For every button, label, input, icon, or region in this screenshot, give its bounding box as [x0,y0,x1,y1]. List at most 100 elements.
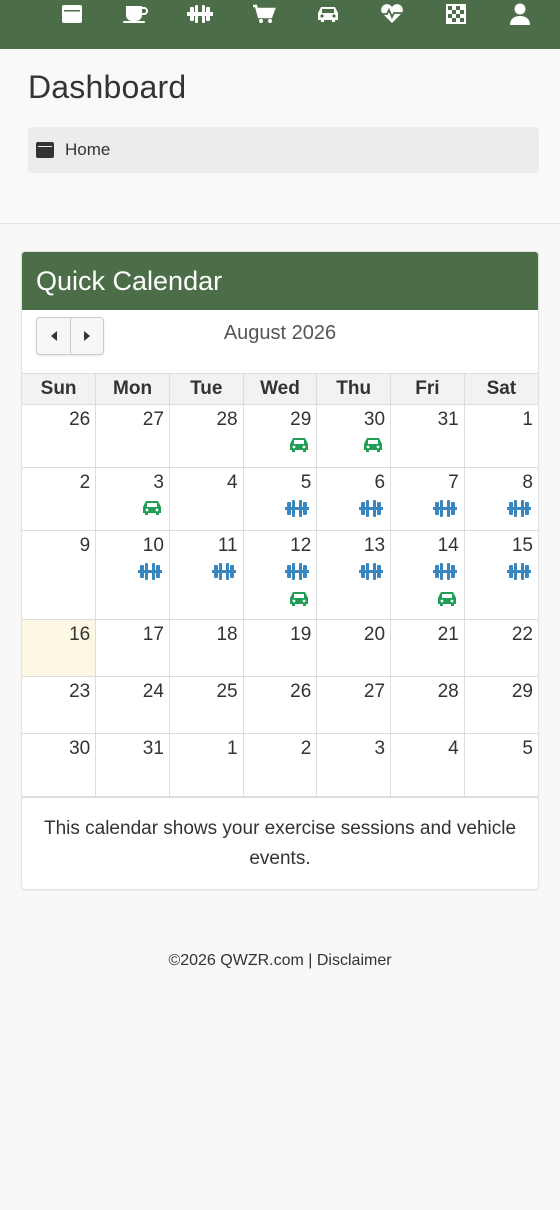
calendar-day-cell[interactable]: 20 [316,619,392,677]
calendar-day-cell[interactable]: 23 [22,676,97,734]
day-events [244,437,312,465]
checkerboard-icon [445,3,467,25]
day-number: 24 [142,681,164,702]
car-icon[interactable] [363,437,383,457]
day-number: 11 [217,535,238,556]
calendar-day-cell[interactable]: 5 [242,467,318,531]
calendar-day-cell[interactable]: 2 [22,467,97,531]
calendar-day-cell[interactable]: 8 [463,467,538,531]
calendar-day-cell[interactable]: 27 [95,404,170,468]
dumbbell-icon[interactable] [432,500,457,520]
day-number: 3 [153,472,164,493]
calendar-day-cell[interactable]: 28 [168,404,244,468]
calendar-day-cell[interactable]: 14 [390,530,465,620]
dumbbell-icon[interactable] [359,500,384,520]
day-events [317,437,385,465]
day-number: 14 [437,535,459,556]
dumbbell-icon[interactable] [211,563,236,583]
calendar-day-cell[interactable]: 27 [316,676,392,734]
account-nav-button[interactable] [496,0,545,28]
weekday-header-sun: Sun [22,373,97,405]
breadcrumb: Home [28,127,539,173]
calendar-week-row: 30 31 1 2 3 4 5 [22,733,538,797]
calendar-day-cell[interactable]: 13 [316,530,392,620]
day-number: 12 [290,535,312,556]
day-events [96,500,164,528]
day-number: 1 [522,409,533,430]
page-header: Dashboard Home [0,49,560,224]
calendar-nav-button[interactable] [47,0,96,28]
day-number: 28 [216,409,238,430]
calendar-day-cell[interactable]: 3 [316,733,392,797]
calendar-day-cell[interactable]: 24 [95,676,170,734]
user-icon [509,3,531,25]
calendar-day-cell[interactable]: 17 [95,619,170,677]
calendar-day-cell[interactable]: 10 [95,530,170,620]
calendar-day-cell[interactable]: 26 [22,404,97,468]
heartbeat-icon [380,4,404,24]
car-icon[interactable] [289,591,309,611]
dumbbell-icon[interactable] [359,563,384,583]
panel-title: Quick Calendar [36,265,223,296]
day-number: 9 [79,535,91,556]
calendar-day-cell[interactable]: 1 [168,733,244,797]
calendar-day-cell[interactable]: 25 [168,676,244,734]
calendar-day-cell[interactable]: 12 [242,530,318,620]
dumbbell-icon[interactable] [285,500,310,520]
calendar-day-cell[interactable]: 2 [242,733,318,797]
disclaimer-link[interactable]: Disclaimer [317,952,392,969]
calendar-icon [36,142,54,158]
car-icon[interactable] [289,437,309,457]
day-number: 15 [511,535,533,556]
dumbbell-icon[interactable] [137,563,162,583]
calendar-day-cell[interactable]: 5 [463,733,538,797]
car-icon[interactable] [437,591,457,611]
breadcrumb-home-link[interactable]: Home [65,140,110,160]
health-nav-button[interactable] [368,0,417,28]
coffee-cup-icon [122,4,150,24]
day-number: 18 [216,624,238,645]
calendar-day-cell[interactable]: 19 [242,619,318,677]
calendar-month-label: August 2026 [223,322,337,344]
calendar-day-cell[interactable]: 26 [242,676,318,734]
calendar-day-cell[interactable]: 7 [390,467,465,531]
calendar-day-cell[interactable]: 29 [463,676,538,734]
calendar-day-cell[interactable]: 31 [390,404,465,468]
calendar-day-cell[interactable]: 6 [316,467,392,531]
calendar-day-cell[interactable]: 11 [168,530,244,620]
dumbbell-icon[interactable] [285,563,310,583]
calendar-day-cell[interactable]: 21 [390,619,465,677]
quick-calendar-panel: Quick Calendar August 2026 Sun Mon Tue Wed T… [21,251,539,890]
calendar-day-cell[interactable]: 30 [316,404,392,468]
day-number: 20 [363,624,386,645]
calendar-week-row: 16 17 18 19 20 21 22 [22,619,538,677]
calendar-day-cell[interactable]: 18 [168,619,244,677]
vehicle-nav-button[interactable] [304,0,353,28]
exercise-nav-button[interactable] [175,0,224,28]
checklist-nav-button[interactable] [432,0,481,28]
day-number: 30 [363,409,386,430]
calendar-day-cell[interactable]: 16 [22,619,97,677]
calendar-day-cell[interactable]: 22 [463,619,538,677]
calendar-day-cell[interactable]: 3 [95,467,170,531]
calendar-day-cell[interactable]: 30 [22,733,97,797]
day-number: 23 [69,681,91,702]
coffee-nav-button[interactable] [111,0,160,28]
calendar-day-cell[interactable]: 15 [463,530,538,620]
calendar-day-cell[interactable]: 1 [463,404,538,468]
calendar-toolbar: August 2026 [22,310,538,373]
day-number: 29 [290,409,312,430]
shopping-nav-button[interactable] [239,0,288,28]
calendar-day-cell[interactable]: 9 [22,530,97,620]
day-number: 21 [437,624,459,645]
calendar-day-cell[interactable]: 29 [242,404,318,468]
calendar-day-cell[interactable]: 4 [168,467,244,531]
calendar-day-cell[interactable]: 4 [390,733,465,797]
dumbbell-icon[interactable] [507,500,531,520]
weekday-header-thu: Thu [316,373,392,405]
dumbbell-icon[interactable] [432,563,457,583]
calendar-day-cell[interactable]: 31 [95,733,170,797]
dumbbell-icon[interactable] [507,563,531,583]
car-icon[interactable] [142,500,162,520]
calendar-day-cell[interactable]: 28 [390,676,465,734]
